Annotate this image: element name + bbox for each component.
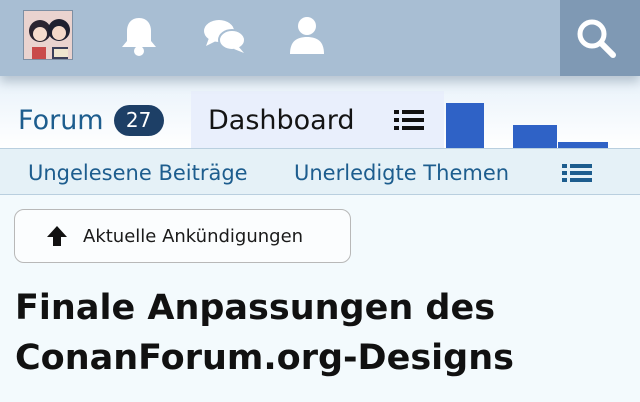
announcements-label: Aktuelle Ankündigungen bbox=[83, 225, 304, 247]
list-icon[interactable] bbox=[394, 109, 424, 135]
subnav-link-unresolved-threads[interactable]: Unerledigte Themen bbox=[294, 161, 509, 185]
banner-skyline-shape bbox=[446, 103, 484, 148]
search-icon bbox=[577, 19, 616, 58]
list-icon[interactable] bbox=[562, 163, 592, 187]
top-bar bbox=[0, 0, 640, 76]
user-avatar[interactable] bbox=[23, 10, 73, 60]
tab-forum-label: Forum bbox=[18, 104, 104, 136]
subnav-link-unread-posts[interactable]: Ungelesene Beiträge bbox=[28, 161, 248, 185]
search-button[interactable] bbox=[560, 0, 640, 76]
comments-icon[interactable] bbox=[202, 14, 246, 58]
banner-skyline-shape bbox=[513, 125, 557, 148]
unread-count-badge: 27 bbox=[113, 104, 164, 136]
thread-title: Finale Anpassungen des ConanForum.org-De… bbox=[15, 283, 630, 383]
sub-navigation: Ungelesene Beiträge Unerledigte Themen bbox=[0, 148, 640, 195]
bell-icon[interactable] bbox=[117, 14, 161, 58]
announcements-button[interactable]: Aktuelle Ankündigungen bbox=[14, 209, 351, 263]
thread-title-line-2: ConanForum.org-Designs bbox=[15, 338, 514, 378]
thread-title-line-1: Finale Anpassungen des bbox=[15, 288, 496, 328]
tab-dashboard-label: Dashboard bbox=[208, 104, 355, 136]
tab-dashboard[interactable]: Dashboard bbox=[191, 91, 444, 149]
user-icon[interactable] bbox=[286, 14, 330, 58]
arrow-up-icon bbox=[47, 226, 67, 246]
tab-forum[interactable]: Forum 27 bbox=[0, 92, 190, 148]
